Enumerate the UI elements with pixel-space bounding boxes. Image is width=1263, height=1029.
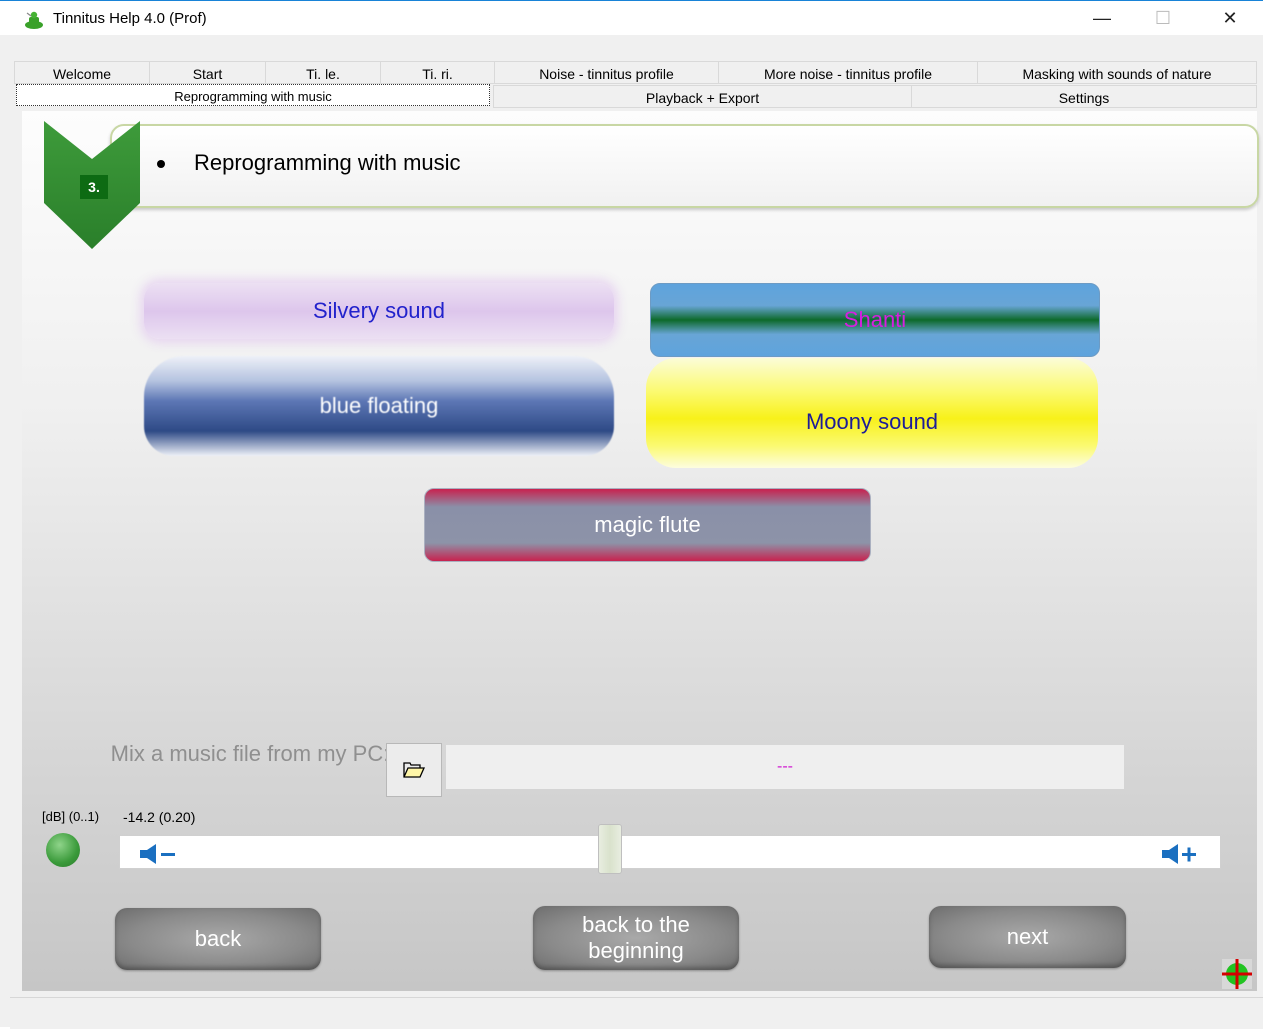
page-title: Reprogramming with music: [194, 150, 461, 175]
back-to-beginning-label: back to the beginning: [582, 912, 690, 963]
tab-welcome[interactable]: Welcome: [14, 61, 150, 84]
tab-playback-export[interactable]: Playback + Export: [493, 85, 912, 108]
tab-start[interactable]: Start: [149, 61, 266, 84]
volume-up-icon[interactable]: [1160, 844, 1204, 864]
selected-file-display: ---: [446, 745, 1124, 789]
moony-sound-label: Moony sound: [805, 409, 939, 434]
step-number-badge: 3.: [80, 175, 108, 199]
status-bar: [10, 997, 1263, 1029]
shanti-label: Shanti: [843, 307, 907, 332]
mix-file-label: Mix a music file from my PC:: [110, 741, 390, 766]
back-button[interactable]: back: [115, 908, 321, 970]
tab-more-noise-profile[interactable]: More noise - tinnitus profile: [718, 61, 978, 84]
magic-flute-label: magic flute: [594, 512, 701, 537]
tab-settings[interactable]: Settings: [911, 85, 1257, 108]
window-title: Tinnitus Help 4.0 (Prof): [53, 10, 207, 27]
volume-value: -14.2 (0.20): [123, 809, 196, 825]
silvery-sound-label: Silvery sound: [312, 298, 446, 323]
shanti-button[interactable]: Shanti: [650, 283, 1100, 357]
tab-ti-le[interactable]: Ti. le.: [265, 61, 381, 84]
db-scale-label: [dB] (0..1): [42, 809, 100, 824]
status-led-icon: [46, 833, 80, 867]
minimize-button[interactable]: —: [1079, 1, 1125, 35]
back-to-beginning-button[interactable]: back to the beginning: [533, 906, 739, 970]
folder-icon: [403, 762, 425, 778]
volume-down-icon[interactable]: [138, 844, 182, 864]
bullet-dot: [157, 160, 165, 168]
tab-ti-ri[interactable]: Ti. ri.: [380, 61, 495, 84]
main-panel: 3. Reprogramming with music Silvery soun…: [22, 111, 1259, 991]
tab-reprogramming-music[interactable]: Reprogramming with music: [16, 84, 490, 106]
volume-slider-thumb[interactable]: [598, 824, 622, 874]
crosshair-icon[interactable]: [1222, 959, 1252, 989]
tab-masking-nature[interactable]: Masking with sounds of nature: [977, 61, 1257, 84]
close-button[interactable]: ✕: [1207, 1, 1253, 35]
blue-floating-button[interactable]: blue floating: [144, 356, 614, 456]
app-window: Tinnitus Help 4.0 (Prof) — ☐ ✕ Welcome S…: [0, 0, 1263, 1029]
moony-sound-button[interactable]: Moony sound: [646, 358, 1098, 468]
magic-flute-button[interactable]: magic flute: [424, 488, 871, 562]
title-bar: Tinnitus Help 4.0 (Prof) — ☐ ✕: [0, 1, 1263, 35]
tab-strip: Welcome Start Ti. le. Ti. ri. Noise - ti…: [12, 61, 1257, 111]
next-button[interactable]: next: [929, 906, 1126, 968]
volume-slider[interactable]: [119, 824, 1221, 874]
tab-noise-profile[interactable]: Noise - tinnitus profile: [494, 61, 719, 84]
maximize-button[interactable]: ☐: [1140, 1, 1186, 35]
blue-floating-label: blue floating: [319, 393, 439, 418]
app-icon: [25, 11, 43, 29]
silvery-sound-button[interactable]: Silvery sound: [144, 283, 614, 339]
open-folder-button[interactable]: [386, 743, 442, 797]
